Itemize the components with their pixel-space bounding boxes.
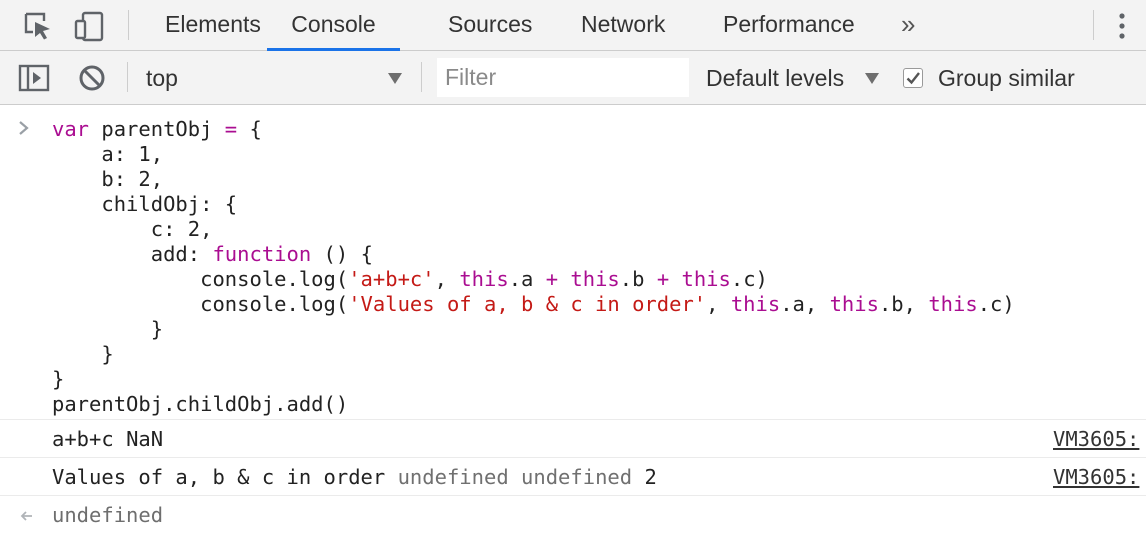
group-similar-label: Group similar <box>938 65 1075 91</box>
code-line: add: function () { <box>52 242 373 267</box>
code-token: var <box>52 117 90 141</box>
code-token: .b, <box>878 292 929 316</box>
console-input-entry: var parentObj = { a: 1, b: 2, childObj: … <box>0 105 1146 420</box>
devtools-tabbar: Elements Console Sources Network Perform… <box>0 0 1146 51</box>
code-token: + <box>656 267 670 291</box>
log-value: undefined <box>397 465 509 489</box>
tab-sources[interactable]: Sources <box>448 0 532 50</box>
code-token: , <box>706 292 731 316</box>
context-select[interactable]: top <box>146 61 410 95</box>
code-token: this <box>730 292 781 316</box>
code-token: parentObj <box>89 117 225 141</box>
result-arrow-icon <box>18 505 34 529</box>
code-token: b: 2, <box>52 167 164 191</box>
code-token: , <box>434 267 460 291</box>
code-token: this <box>570 267 620 291</box>
code-line: console.log('a+b+c', this.a + this.b + t… <box>52 267 768 292</box>
log-label: a+b+c <box>52 427 114 451</box>
tab-network[interactable]: Network <box>581 0 665 50</box>
code-token: { <box>237 117 262 141</box>
kebab-menu-icon[interactable] <box>1118 13 1126 39</box>
code-line: console.log('Values of a, b & c in order… <box>52 292 1015 317</box>
code-token: a: 1, <box>52 142 164 166</box>
context-select-value: top <box>146 65 178 91</box>
code-line: b: 2, <box>52 167 163 192</box>
result-value: undefined <box>52 503 164 527</box>
console-log-entry: a+b+c NaN VM3605: <box>0 420 1146 458</box>
console-result-entry: undefined <box>0 496 1146 535</box>
tab-performance[interactable]: Performance <box>723 0 855 50</box>
code-token: .c) <box>730 267 768 291</box>
log-value: undefined <box>521 465 633 489</box>
code-token: 'Values of a, b & c in order' <box>348 292 707 316</box>
code-token: } <box>52 342 114 366</box>
log-value: 2 <box>644 465 657 489</box>
source-link[interactable]: VM3605: <box>1053 427 1139 451</box>
more-tabs-button[interactable]: » <box>901 8 915 40</box>
toolbar-separator <box>127 62 128 92</box>
inspect-icon[interactable] <box>22 10 54 42</box>
code-token: .a, <box>780 292 830 316</box>
log-message: Values of a, b & c in order undefined un… <box>52 465 657 489</box>
group-similar-checkbox[interactable] <box>903 68 923 88</box>
code-token: childObj: { <box>52 192 238 216</box>
checkmark-icon <box>906 72 920 85</box>
tabbar-separator <box>128 10 129 40</box>
tab-elements[interactable]: Elements <box>165 0 261 50</box>
console-toolbar: top Default levels Group similar <box>0 51 1146 105</box>
code-token: .b <box>619 267 657 291</box>
code-line: } <box>52 342 114 367</box>
device-toolbar-icon[interactable] <box>74 10 106 42</box>
clear-console-icon[interactable] <box>78 64 106 92</box>
filter-input[interactable] <box>437 58 689 97</box>
code-line: } <box>52 317 163 342</box>
code-line: childObj: { <box>52 192 237 217</box>
code-token: c: 2, <box>52 217 213 241</box>
log-label: Values of a, b & c in order <box>52 465 386 489</box>
code-token: = <box>224 117 238 141</box>
code-token: console.log( <box>52 292 349 316</box>
toolbar-separator-2 <box>421 62 422 92</box>
code-token: .c) <box>977 292 1015 316</box>
code-line: } <box>52 367 64 392</box>
code-line: var parentObj = { <box>52 117 262 142</box>
code-token: this <box>829 292 879 316</box>
prompt-chevron-icon <box>18 117 30 141</box>
code-line: a: 1, <box>52 142 163 167</box>
code-token: add: <box>52 242 213 266</box>
context-dropdown-icon[interactable] <box>388 73 402 84</box>
log-levels-dropdown[interactable]: Default levels <box>706 61 844 95</box>
code-token: this <box>928 292 978 316</box>
code-token: parentObj.childObj.add() <box>52 392 349 416</box>
console-messages: var parentObj = { a: 1, b: 2, childObj: … <box>0 105 1146 535</box>
code-token: .a <box>508 267 546 291</box>
code-token: console.log( <box>52 267 349 291</box>
code-line: parentObj.childObj.add() <box>52 392 348 417</box>
code-token: this <box>681 267 731 291</box>
source-link[interactable]: VM3605: <box>1053 465 1139 489</box>
code-line: c: 2, <box>52 217 213 242</box>
code-token: () { <box>311 242 373 266</box>
code-token: 'a+b+c' <box>348 267 435 291</box>
code-token: } <box>52 317 164 341</box>
sidebar-toggle-icon[interactable] <box>18 63 50 93</box>
code-token: this <box>459 267 509 291</box>
code-token: } <box>52 367 65 391</box>
log-message: a+b+c NaN <box>52 427 163 451</box>
tabbar-separator-right <box>1093 10 1094 40</box>
code-token: + <box>545 267 559 291</box>
log-value: NaN <box>126 427 164 451</box>
code-token: function <box>212 242 312 266</box>
console-log-entry: Values of a, b & c in order undefined un… <box>0 458 1146 496</box>
log-levels-dropdown-icon[interactable] <box>865 73 879 84</box>
tab-console[interactable]: Console <box>267 0 400 51</box>
